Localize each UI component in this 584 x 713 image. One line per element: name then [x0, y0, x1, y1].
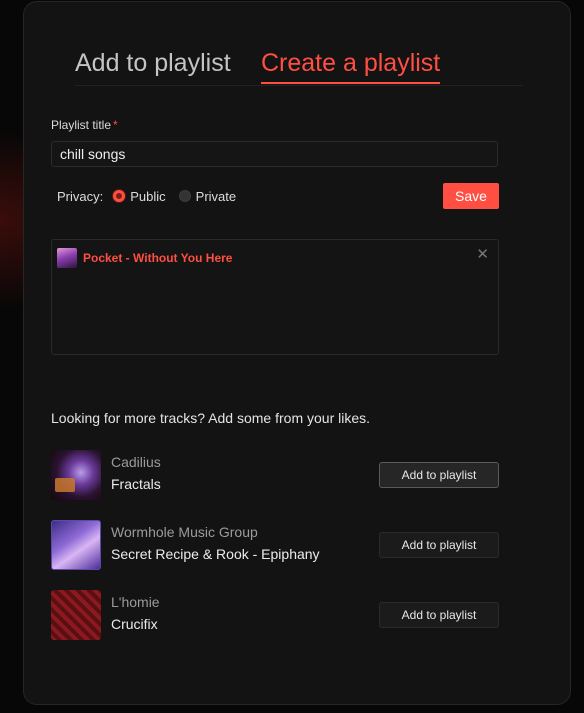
- album-art: [51, 520, 101, 570]
- required-mark: *: [113, 118, 118, 132]
- suggestion-row: L'homie Crucifix Add to playlist: [51, 590, 499, 640]
- selected-track-title: Pocket - Without You Here: [83, 251, 233, 265]
- artist-name: L'homie: [111, 594, 160, 610]
- artist-name: Cadilius: [111, 454, 161, 470]
- add-to-playlist-button[interactable]: Add to playlist: [379, 462, 499, 488]
- playlist-title-input[interactable]: [51, 141, 498, 167]
- track-title: Fractals: [111, 476, 161, 492]
- add-to-playlist-button[interactable]: Add to playlist: [379, 602, 499, 628]
- suggestion-row: Cadilius Fractals Add to playlist: [51, 450, 499, 500]
- close-icon[interactable]: ✕: [476, 247, 489, 262]
- public-radio[interactable]: [113, 190, 126, 202]
- tab-create-playlist[interactable]: Create a playlist: [261, 46, 441, 84]
- private-label: Private: [195, 188, 237, 204]
- playlist-title-label-text: Playlist title: [51, 118, 112, 132]
- save-button[interactable]: Save: [443, 183, 499, 209]
- privacy-setting: Privacy: Public Private: [57, 187, 249, 205]
- selected-tracks-list: Pocket - Without You Here ✕: [51, 239, 499, 355]
- album-art: [51, 590, 101, 640]
- add-to-playlist-button[interactable]: Add to playlist: [379, 532, 499, 558]
- suggestions-heading: Looking for more tracks? Add some from y…: [51, 410, 371, 426]
- privacy-private-option[interactable]: Private: [178, 188, 237, 204]
- album-art: [51, 450, 101, 500]
- tab-add-to-playlist[interactable]: Add to playlist: [75, 46, 231, 80]
- artist-name: Wormhole Music Group: [111, 524, 258, 540]
- track-title: Secret Recipe & Rook - Epiphany: [111, 546, 320, 562]
- playlist-title-label: Playlist title *: [51, 118, 118, 132]
- privacy-public-option[interactable]: Public: [113, 188, 166, 204]
- private-radio[interactable]: [178, 190, 191, 202]
- public-label: Public: [130, 188, 166, 204]
- suggestion-row: Wormhole Music Group Secret Recipe & Roo…: [51, 520, 499, 570]
- selected-track-item: Pocket - Without You Here: [57, 248, 232, 268]
- track-thumbnail: [57, 248, 77, 268]
- privacy-label: Privacy:: [57, 188, 104, 204]
- track-title: Crucifix: [111, 616, 158, 632]
- playlist-tabs: Add to playlist Create a playlist: [75, 46, 523, 86]
